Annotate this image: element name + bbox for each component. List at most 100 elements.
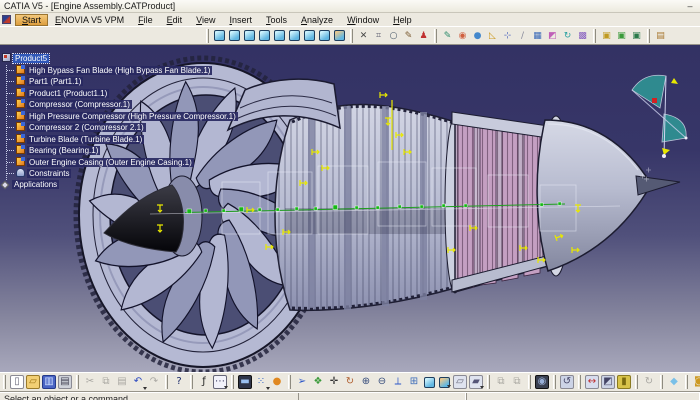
delete-icon[interactable]: ✕	[357, 29, 370, 42]
toolbar-handle[interactable]	[553, 375, 556, 389]
toolbar-handle[interactable]	[206, 29, 209, 43]
menu-window[interactable]: Window	[340, 14, 386, 26]
measure-between-icon[interactable]: ↔	[585, 375, 599, 389]
menu-enovia-v5-vpm[interactable]: ENOVIA V5 VPM	[48, 14, 131, 26]
menu-tools[interactable]: Tools	[259, 14, 294, 26]
toolbar-handle[interactable]	[487, 375, 490, 389]
tree-item[interactable]: Bearing (Bearing.1)	[7, 145, 238, 157]
view-style-icon-1[interactable]: ▱	[453, 375, 467, 389]
measure-item-icon[interactable]: ◩	[601, 375, 615, 389]
menu-help[interactable]: Help	[386, 14, 419, 26]
dropdown-arrow-icon[interactable]	[447, 385, 451, 388]
menu-view[interactable]: View	[189, 14, 222, 26]
tree-item[interactable]: High Bypass Fan Blade (High Bypass Fan B…	[7, 65, 238, 77]
orange-sphere-icon[interactable]: ●	[270, 375, 284, 389]
compass[interactable]	[632, 75, 688, 158]
product-cube-icon-1[interactable]	[214, 30, 225, 41]
screen-capture-icon[interactable]: ▬	[238, 375, 252, 389]
zoom-in-icon[interactable]: ⊕	[359, 375, 373, 389]
toolbar-handle[interactable]	[528, 375, 531, 389]
tree-item-label[interactable]: Constraints	[27, 169, 71, 178]
annotation-table-icon[interactable]: ▦	[531, 29, 544, 42]
toolbar-handle[interactable]	[3, 375, 6, 389]
camera-icon[interactable]: ◉	[535, 375, 549, 389]
open-folder-icon[interactable]: ▱	[26, 375, 40, 389]
dropdown-arrow-icon[interactable]	[224, 386, 228, 389]
tree-item-label[interactable]: Bearing (Bearing.1)	[27, 146, 100, 155]
shapes-icon[interactable]: ◩	[546, 29, 559, 42]
tree-item[interactable]: Constraints	[7, 168, 238, 180]
checker-icon[interactable]: ▩	[576, 29, 589, 42]
toolbar-handle[interactable]	[76, 375, 79, 389]
tree-item-label[interactable]: High Pressure Compressor (High Pressure …	[27, 112, 238, 121]
3d-viewport[interactable]: Product5 High Bypass Fan Blade (High Byp…	[0, 45, 700, 372]
library-box-icon-1[interactable]: ▣	[600, 29, 613, 42]
magnifier-tool-icon[interactable]: ○	[387, 29, 400, 42]
refresh-swirl-icon[interactable]: ↻	[561, 29, 574, 42]
fly-mode-icon[interactable]: ➢	[295, 375, 309, 389]
toolbar-handle[interactable]	[647, 29, 650, 43]
graph-nodes-icon[interactable]: ⁙	[254, 375, 268, 389]
undo-icon[interactable]: ↶	[131, 375, 145, 389]
tree-item-applications[interactable]: Applications	[2, 180, 238, 192]
product-cube-icon-7[interactable]	[304, 30, 315, 41]
save-icon[interactable]: ▥	[42, 375, 56, 389]
fx-knowledge-icon[interactable]: ƒ	[197, 375, 211, 389]
exhaust-cone[interactable]	[537, 116, 680, 276]
catia-app-icon[interactable]	[2, 15, 11, 24]
multi-view-icon[interactable]: ⊞	[407, 375, 421, 389]
jack-axis-icon[interactable]: ⊹	[501, 29, 514, 42]
toolbar-handle[interactable]	[635, 375, 638, 389]
dropdown-arrow-icon[interactable]	[480, 386, 484, 389]
toolbar-handle[interactable]	[190, 375, 193, 389]
mass-battery-icon[interactable]: ▮	[617, 375, 631, 389]
compass-tool-icon[interactable]: ◉	[456, 29, 469, 42]
tree-item-label[interactable]: Product1 (Product1.1)	[27, 89, 109, 98]
sphere-tool-icon[interactable]: ●	[471, 29, 484, 42]
iso-view-cube-icon[interactable]	[424, 377, 435, 388]
new-document-icon[interactable]: ▯	[10, 375, 24, 389]
product-cube-icon-5[interactable]	[274, 30, 285, 41]
slash-pen-icon[interactable]: ∕	[516, 29, 529, 42]
product-cube-icon-2[interactable]	[229, 30, 240, 41]
view-style-icon-2[interactable]: ▰	[469, 375, 483, 389]
shaded-view-cube-icon[interactable]	[439, 377, 450, 388]
triangle-rule-icon[interactable]: ◺	[486, 29, 499, 42]
fit-all-in-icon[interactable]: ❖	[311, 375, 325, 389]
toolbar-handle[interactable]	[685, 375, 688, 389]
library-box-icon-3[interactable]: ▣	[630, 29, 643, 42]
print-icon[interactable]: ▤	[58, 375, 72, 389]
product-cube-icon-4[interactable]	[259, 30, 270, 41]
tree-item-label[interactable]: Turbine Blade (Turbine Blade.1)	[27, 135, 144, 144]
toolbar-handle[interactable]	[593, 29, 596, 43]
normal-view-icon[interactable]: ⟂	[391, 375, 405, 389]
whats-this-icon[interactable]: ?	[172, 375, 186, 389]
tree-item[interactable]: Compressor 2 (Compressor 2.1)	[7, 122, 238, 134]
tree-item-label[interactable]: Outer Engine Casing (Outer Engine Casing…	[27, 158, 194, 167]
paint-part-icon-1[interactable]: ◙	[692, 375, 700, 389]
toolbar-handle[interactable]	[350, 29, 353, 43]
toolbar-handle[interactable]	[165, 375, 168, 389]
compressor-drum[interactable]	[275, 104, 465, 310]
tree-item[interactable]: Turbine Blade (Turbine Blade.1)	[7, 134, 238, 146]
pan-icon[interactable]: ✛	[327, 375, 341, 389]
gem-icon[interactable]: ◆	[667, 375, 681, 389]
snap-grid-icon[interactable]: ⌗	[372, 29, 385, 42]
toolbar-handle[interactable]	[578, 375, 581, 389]
tree-item[interactable]: Product1 (Product1.1)	[7, 88, 238, 100]
capture-cube-icon[interactable]	[334, 30, 345, 41]
menu-file[interactable]: File	[131, 14, 160, 26]
turntable-icon[interactable]: ↺	[560, 375, 574, 389]
menu-start[interactable]: Start	[15, 14, 48, 26]
render-quality-icon[interactable]: ▤	[654, 29, 667, 42]
tree-item-root[interactable]: Product5	[2, 53, 238, 65]
menu-analyze[interactable]: Analyze	[294, 14, 340, 26]
menu-insert[interactable]: Insert	[222, 14, 259, 26]
rotate-orbit-icon[interactable]: ↻	[343, 375, 357, 389]
tree-item-label[interactable]: Compressor (Compressor.1)	[27, 100, 132, 109]
toolbar-handle[interactable]	[288, 375, 291, 389]
toolbar-handle[interactable]	[231, 375, 234, 389]
tree-item[interactable]: Compressor (Compressor.1)	[7, 99, 238, 111]
chat-bubble-icon[interactable]: ⋯	[213, 375, 227, 389]
manikin-icon[interactable]: ♟	[417, 29, 430, 42]
